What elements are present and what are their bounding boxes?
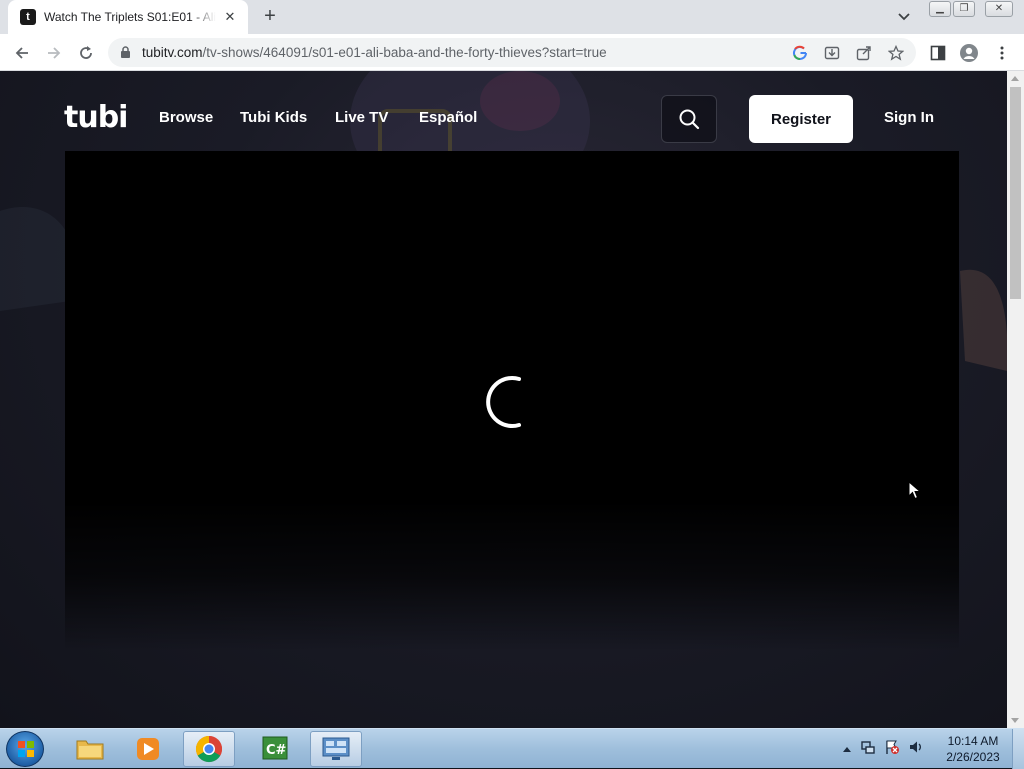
site-header: tubi Browse Tubi Kids Live TV Español Re… xyxy=(0,71,1007,151)
scroll-up-icon[interactable] xyxy=(1011,76,1019,81)
browser-toolbar: tubitv.com/tv-shows/464091/s01-e01-ali-b… xyxy=(0,34,1024,71)
action-center-flag-icon[interactable] xyxy=(884,739,900,760)
taskbar-file-explorer[interactable] xyxy=(64,731,116,767)
taskbar-media-player[interactable] xyxy=(122,731,174,767)
search-icon xyxy=(679,109,700,130)
taskbar-control-panel[interactable] xyxy=(310,731,362,767)
nav-live-tv[interactable]: Live TV xyxy=(335,109,388,126)
browser-menu-icon[interactable] xyxy=(990,41,1014,65)
profile-avatar-icon[interactable] xyxy=(957,41,981,65)
media-player-icon xyxy=(137,738,159,760)
share-icon[interactable] xyxy=(854,43,874,63)
svg-text:C#: C# xyxy=(266,743,287,758)
side-panel-icon[interactable] xyxy=(926,41,950,65)
loading-spinner-icon xyxy=(486,376,521,428)
tray-expand-icon[interactable] xyxy=(842,740,852,758)
page-scrollbar[interactable] xyxy=(1007,71,1024,728)
install-app-icon[interactable] xyxy=(822,43,842,63)
tab-close-icon[interactable]: ✕ xyxy=(222,9,238,25)
reload-icon[interactable] xyxy=(74,41,98,65)
tab-title: Watch The Triplets S01:E01 - Ali Baba an… xyxy=(44,10,216,24)
scroll-thumb[interactable] xyxy=(1010,87,1021,299)
register-button[interactable]: Register xyxy=(749,95,853,143)
mouse-cursor-icon xyxy=(908,481,922,500)
address-bar[interactable]: tubitv.com/tv-shows/464091/s01-e01-ali-b… xyxy=(108,38,916,67)
bookmark-star-icon[interactable] xyxy=(886,43,906,63)
browser-tab-active[interactable]: t Watch The Triplets S01:E01 - Ali Baba … xyxy=(8,0,248,34)
window-restore-button[interactable]: ❐ xyxy=(953,1,975,17)
clock-time: 10:14 AM xyxy=(947,734,999,748)
taskbar-clock[interactable]: 10:14 AM 2/26/2023 xyxy=(940,733,1006,765)
page-viewport: tubi Browse Tubi Kids Live TV Español Re… xyxy=(0,71,1007,728)
folder-icon xyxy=(76,740,104,760)
new-tab-button[interactable]: + xyxy=(258,6,282,28)
browser-tabstrip: t Watch The Triplets S01:E01 - Ali Baba … xyxy=(0,0,1024,34)
windows-taskbar: C# 10:14 AM 2/26/2023 xyxy=(0,728,1024,769)
tubi-logo[interactable]: tubi xyxy=(64,101,128,135)
nav-browse[interactable]: Browse xyxy=(159,109,213,126)
sign-in-link[interactable]: Sign In xyxy=(884,109,934,126)
system-tray xyxy=(842,739,924,759)
google-icon[interactable] xyxy=(790,43,810,63)
windows-logo-icon xyxy=(18,741,34,757)
show-desktop-button[interactable] xyxy=(1012,729,1024,769)
nav-espanol[interactable]: Español xyxy=(419,109,477,126)
forward-icon[interactable] xyxy=(42,41,66,65)
url-text[interactable]: tubitv.com/tv-shows/464091/s01-e01-ali-b… xyxy=(142,45,607,60)
taskbar-chrome[interactable] xyxy=(183,731,235,767)
tab-search-icon[interactable] xyxy=(894,8,914,26)
taskbar-csharp-app[interactable]: C# xyxy=(249,731,301,767)
lock-icon[interactable] xyxy=(120,46,131,64)
window-close-button[interactable]: ✕ xyxy=(985,1,1013,17)
video-player[interactable] xyxy=(65,151,959,651)
start-button[interactable] xyxy=(6,731,44,767)
scroll-down-icon[interactable] xyxy=(1011,718,1019,723)
tubi-favicon-icon: t xyxy=(20,9,36,25)
window-minimize-button[interactable]: ▁ xyxy=(929,1,951,17)
search-button[interactable] xyxy=(661,95,717,143)
control-panel-icon xyxy=(322,737,350,760)
volume-icon[interactable] xyxy=(908,739,924,760)
clock-date: 2/26/2023 xyxy=(946,750,1000,764)
back-icon[interactable] xyxy=(10,41,34,65)
csharp-icon: C# xyxy=(262,736,288,760)
network-icon[interactable] xyxy=(860,739,876,760)
chrome-icon xyxy=(195,735,223,763)
nav-tubi-kids[interactable]: Tubi Kids xyxy=(240,109,307,126)
